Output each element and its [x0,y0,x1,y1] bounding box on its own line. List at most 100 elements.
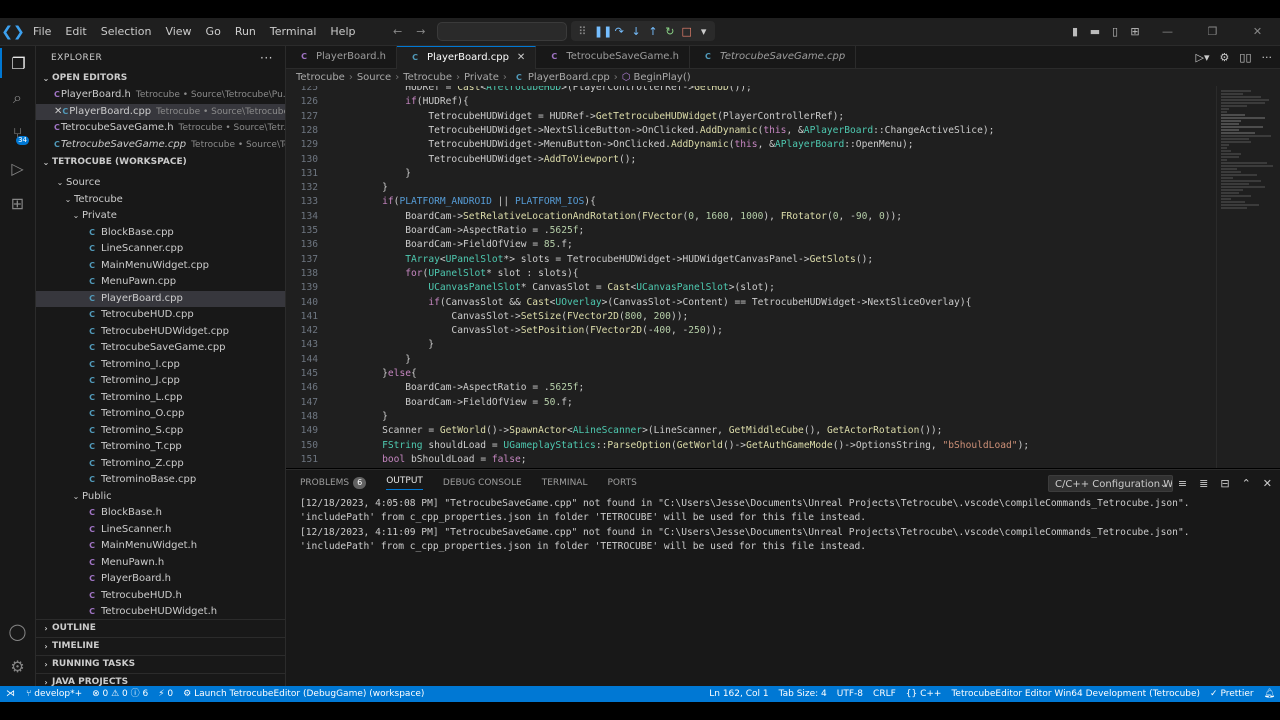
toggle-sidebar-icon[interactable]: ▮ [1065,25,1085,38]
tab-debug-console[interactable]: DEBUG CONSOLE [443,478,522,488]
source-control-icon[interactable]: ⑂ 34 [0,118,35,148]
customize-layout-icon[interactable]: ⊞ [1125,25,1145,38]
breadcrumb-item[interactable]: PlayerBoard.cpp [528,72,610,83]
tab-size[interactable]: Tab Size: 4 [774,686,832,702]
language-mode[interactable]: {} C++ [901,686,947,702]
file-item[interactable]: C Tetromino_I.cpp [36,357,285,374]
file-item[interactable]: C Tetromino_L.cpp [36,390,285,407]
split-editor-icon[interactable]: ▯▯ [1239,51,1251,64]
menu-file[interactable]: File [26,18,58,45]
open-editors-header[interactable]: ⌄ OPEN EDITORS [36,70,285,87]
breadcrumb-item[interactable]: Tetrocube [296,72,345,83]
command-center[interactable] [437,22,567,41]
drag-handle-icon[interactable]: ⠿ [577,25,588,38]
file-item[interactable]: C BlockBase.h [36,505,285,522]
account-icon[interactable]: ◯ [0,616,35,646]
pause-icon[interactable]: ❚❚ [594,25,612,38]
clear-output-icon[interactable]: ≣ [1199,477,1208,490]
breadcrumb-item[interactable]: Private [464,72,499,83]
file-item[interactable]: C PlayerBoard.cpp [36,290,285,307]
cmake-config[interactable]: TetrocubeEditor Editor Win64 Development… [946,686,1205,702]
problems-status[interactable]: ⊗ 0 ⚠ 0 ⓘ 6 [87,686,153,702]
restart-icon[interactable]: ↻ [664,25,675,38]
toggle-panel-icon[interactable]: ▬ [1085,25,1105,38]
file-item[interactable]: C TetrominoBase.cpp [36,472,285,489]
step-out-icon[interactable]: ↑ [648,25,659,38]
file-item[interactable]: C LineScanner.h [36,522,285,539]
breadcrumb-item[interactable]: Source [357,72,391,83]
workspace-header[interactable]: ⌄ TETROCUBE (WORKSPACE) [36,154,285,171]
file-item[interactable]: C TetrocubeHUD.h [36,588,285,605]
more-actions-icon[interactable]: ··· [260,46,273,70]
tab-problems[interactable]: PROBLEMS 6 [300,477,367,489]
close-icon[interactable]: ✕ [517,47,525,69]
close-icon[interactable]: ✕ [54,104,62,121]
maximize-panel-icon[interactable]: ⌃ [1242,477,1251,490]
minimap[interactable] [1216,86,1280,468]
section-timeline[interactable]: › TIMELINE [36,637,285,655]
explorer-icon[interactable]: ❐ [0,48,35,78]
file-item[interactable]: C Tetromino_T.cpp [36,439,285,456]
file-item[interactable]: C TetrocubeHUDWidget.cpp [36,324,285,341]
file-item[interactable]: C PlayerBoard.h [36,571,285,588]
file-item[interactable]: C MenuPawn.h [36,555,285,572]
restore-icon[interactable]: ❐ [1190,25,1235,38]
file-item[interactable]: C Tetromino_S.cpp [36,423,285,440]
menu-view[interactable]: View [158,18,198,45]
menu-help[interactable]: Help [323,18,362,45]
more-actions-icon[interactable]: ··· [1262,51,1273,64]
open-editor-item[interactable]: C TetrocubeSaveGame.cpp Tetrocube • Source… [36,137,285,154]
breadcrumb-item[interactable]: Tetrocube [403,72,452,83]
file-item[interactable]: C Tetromino_O.cpp [36,406,285,423]
output-channel-select[interactable]: C/C++ Configuration W ⌄ [1048,475,1173,492]
launch-config-status[interactable]: ⚙ Launch TetrocubeEditor (DebugGame) (wo… [178,686,429,702]
settings-icon[interactable]: ⚙ [1220,51,1230,64]
branch-status[interactable]: ⑂ develop*+ [21,686,87,702]
file-item[interactable]: C TetrocubeSaveGame.cpp [36,340,285,357]
stop-icon[interactable]: □ [681,25,692,38]
file-item[interactable]: C BlockBase.cpp [36,225,285,242]
tab-ports[interactable]: PORTS [607,478,636,488]
file-item[interactable]: C LineScanner.cpp [36,241,285,258]
tab-tetrocubesavegame-cpp[interactable]: C TetrocubeSaveGame.cpp [689,46,857,68]
search-icon[interactable]: ⌕ [0,83,35,113]
settings-gear-icon[interactable]: ⚙ [0,651,35,681]
encoding[interactable]: UTF-8 [832,686,868,702]
tab-playerboard-h[interactable]: C PlayerBoard.h [286,46,398,68]
run-code-icon[interactable]: ▷▾ [1196,51,1210,64]
minimize-icon[interactable]: — [1145,25,1190,38]
open-editor-item[interactable]: C TetrocubeSaveGame.h Tetrocube • Source\T… [36,120,285,137]
notifications-icon[interactable]: 🔔︎ [1259,686,1280,702]
lock-icon[interactable]: ⊟ [1220,477,1229,490]
file-item[interactable]: C MainMenuWidget.h [36,538,285,555]
tab-output[interactable]: OUTPUT [386,476,423,490]
folder-source[interactable]: ⌄ Source [36,175,285,192]
more-icon[interactable]: ▾ [698,25,709,38]
menu-go[interactable]: Go [199,18,228,45]
open-editor-item[interactable]: C PlayerBoard.h Tetrocube • Source\Tetrocu… [36,87,285,104]
run-debug-icon[interactable]: ▷ [0,153,35,183]
folder-tetrocube[interactable]: ⌄ Tetrocube [36,192,285,209]
breadcrumb-item[interactable]: BeginPlay() [634,72,691,83]
file-item[interactable]: C Tetromino_Z.cpp [36,456,285,473]
menu-selection[interactable]: Selection [94,18,159,45]
file-item[interactable]: C MenuPawn.cpp [36,274,285,291]
menu-run[interactable]: Run [228,18,263,45]
tab-tetrocubesavegame-h[interactable]: C TetrocubeSaveGame.h [536,46,690,68]
back-arrow-icon[interactable]: ← [393,25,402,38]
ports-status[interactable]: ⚡ 0 [153,686,178,702]
section-running-tasks[interactable]: › RUNNING TASKS [36,655,285,673]
eol[interactable]: CRLF [868,686,901,702]
file-item[interactable]: C Tetromino_J.cpp [36,373,285,390]
open-editor-item[interactable]: ✕ C PlayerBoard.cpp Tetrocube • Source\Tetr… [36,103,285,121]
cursor-position[interactable]: Ln 162, Col 1 [704,686,773,702]
file-item[interactable]: C TetrocubeHUD.cpp [36,307,285,324]
menu-edit[interactable]: Edit [58,18,93,45]
code-editor[interactable]: 125 HUDRef = Cast<ATetrocubeHUD>(PlayerC… [286,86,1216,468]
file-item[interactable]: C MainMenuWidget.cpp [36,258,285,275]
menu-terminal[interactable]: Terminal [263,18,324,45]
close-window-icon[interactable]: ✕ [1235,25,1280,38]
toggle-secondary-sidebar-icon[interactable]: ▯ [1105,25,1125,38]
extensions-icon[interactable]: ⊞ [0,188,35,218]
folder-private[interactable]: ⌄ Private [36,208,285,225]
